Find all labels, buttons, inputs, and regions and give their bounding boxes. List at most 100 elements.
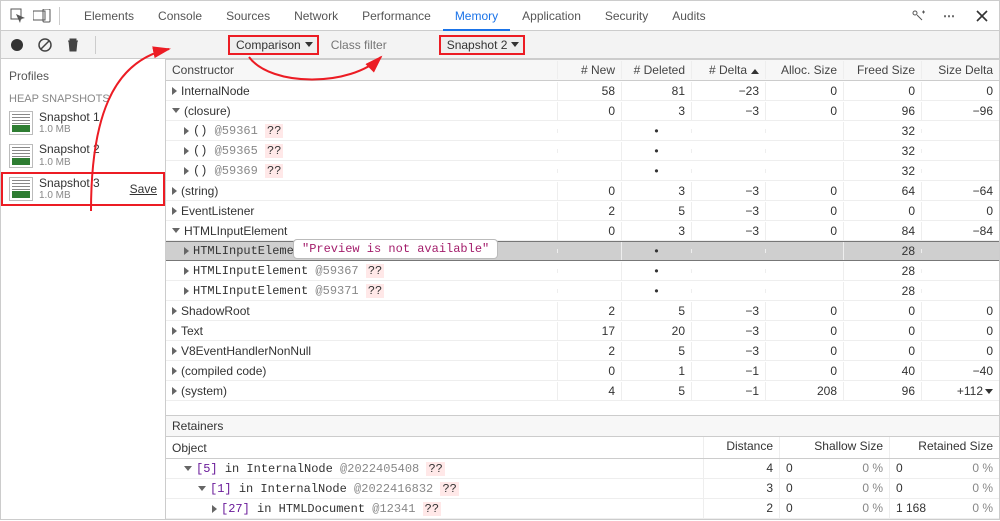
table-row[interactable]: (system) 4 5 −1 208 96 +112: [166, 381, 999, 401]
expand-icon[interactable]: [184, 147, 189, 155]
col-retained[interactable]: Retained Size: [889, 437, 999, 458]
table-row[interactable]: (string) 0 3 −3 0 64 −64: [166, 181, 999, 201]
snapshot-item-selected[interactable]: Snapshot 3 1.0 MB Save: [1, 172, 165, 206]
tab-audits[interactable]: Audits: [660, 1, 717, 31]
expand-icon[interactable]: [172, 87, 177, 95]
snapshot-name: Snapshot 1: [39, 110, 100, 124]
more-icon[interactable]: ⋯: [939, 5, 961, 27]
snapshot-icon: [9, 111, 33, 135]
snapshot-name: Snapshot 2: [39, 142, 100, 156]
profiles-sidebar: Profiles HEAP SNAPSHOTS Snapshot 1 1.0 M…: [1, 59, 166, 519]
view-select[interactable]: Comparison: [228, 35, 319, 55]
table-row[interactable]: HTMLInputElement @59371 ?? • 28: [166, 281, 999, 301]
snapshot-item[interactable]: Snapshot 2 1.0 MB: [1, 139, 165, 171]
col-freed[interactable]: Freed Size: [843, 61, 921, 79]
table-row[interactable]: Text 17 20 −3 0 0 0: [166, 321, 999, 341]
col-deleted[interactable]: # Deleted: [621, 61, 691, 79]
snapshot-size: 1.0 MB: [39, 124, 100, 136]
retainer-row[interactable]: [5] in InternalNode @2022405408 ?? 4 00 …: [166, 459, 999, 479]
snapshot-icon: [9, 177, 33, 201]
retainer-row[interactable]: [27] in HTMLDocument @12341 ?? 2 00 % 1 …: [166, 499, 999, 519]
expand-icon[interactable]: [172, 307, 177, 315]
expand-icon[interactable]: [172, 367, 177, 375]
tab-console[interactable]: Console: [146, 1, 214, 31]
sidebar-title: Profiles: [1, 65, 165, 87]
tab-elements[interactable]: Elements: [72, 1, 146, 31]
tab-security[interactable]: Security: [593, 1, 660, 31]
col-constructor[interactable]: Constructor: [166, 61, 557, 79]
snapshot-item[interactable]: Snapshot 1 1.0 MB: [1, 107, 165, 139]
table-row[interactable]: () @59361 ?? • 32: [166, 121, 999, 141]
expand-icon[interactable]: [184, 127, 189, 135]
table-row[interactable]: HTMLInputElement 0 3 −3 0 84 −84: [166, 221, 999, 241]
expand-icon[interactable]: [212, 505, 217, 513]
chevron-down-icon: [985, 389, 993, 394]
table-row[interactable]: HTMLInputElement @59367 ?? • 28: [166, 261, 999, 281]
grid-rows: InternalNode 58 81 −23 0 0 0 (closure) 0…: [166, 81, 999, 415]
table-row[interactable]: (closure) 0 3 −3 0 96 −96: [166, 101, 999, 121]
save-link[interactable]: Save: [130, 182, 157, 196]
collapse-icon[interactable]: [172, 108, 180, 113]
expand-icon[interactable]: [172, 347, 177, 355]
expand-icon[interactable]: [172, 207, 177, 215]
separator: [59, 7, 60, 25]
expand-icon[interactable]: [172, 327, 177, 335]
grid-header: Constructor # New # Deleted # Delta Allo…: [166, 59, 999, 81]
expand-icon[interactable]: [184, 287, 189, 295]
baseline-select[interactable]: Snapshot 2: [439, 35, 526, 55]
expand-icon[interactable]: [184, 247, 189, 255]
close-icon[interactable]: [971, 5, 993, 27]
panel-tabs: Elements Console Sources Network Perform…: [72, 1, 718, 31]
tab-performance[interactable]: Performance: [350, 1, 443, 31]
tab-application[interactable]: Application: [510, 1, 593, 31]
class-filter-input[interactable]: [331, 35, 431, 55]
delete-icon[interactable]: [63, 35, 83, 55]
snapshot-size: 1.0 MB: [39, 190, 100, 202]
tooltip: "Preview is not available": [293, 239, 498, 259]
expand-icon[interactable]: [184, 167, 189, 175]
devtools-tabbar: Elements Console Sources Network Perform…: [1, 1, 999, 31]
chevron-down-icon: [511, 42, 519, 47]
settings-icon[interactable]: [907, 5, 929, 27]
tab-network[interactable]: Network: [282, 1, 350, 31]
main-split: Profiles HEAP SNAPSHOTS Snapshot 1 1.0 M…: [1, 59, 999, 519]
clear-icon[interactable]: [35, 35, 55, 55]
col-alloc[interactable]: Alloc. Size: [765, 61, 843, 79]
sidebar-heading: HEAP SNAPSHOTS: [1, 87, 165, 107]
table-row[interactable]: V8EventHandlerNonNull 2 5 −3 0 0 0: [166, 341, 999, 361]
table-row[interactable]: InternalNode 58 81 −23 0 0 0: [166, 81, 999, 101]
view-select-label: Comparison: [236, 38, 301, 52]
collapse-icon[interactable]: [198, 486, 206, 491]
toggle-device-icon[interactable]: [31, 5, 53, 27]
retainer-row[interactable]: [1] in InternalNode @2022416832 ?? 3 00 …: [166, 479, 999, 499]
chevron-down-icon: [305, 42, 313, 47]
inspect-element-icon[interactable]: [7, 5, 29, 27]
table-row[interactable]: (compiled code) 0 1 −1 0 40 −40: [166, 361, 999, 381]
col-sizedelta[interactable]: Size Delta: [921, 61, 999, 79]
col-shallow[interactable]: Shallow Size: [779, 437, 889, 458]
retainers-header: Object Distance Shallow Size Retained Si…: [166, 437, 999, 459]
collapse-icon[interactable]: [184, 466, 192, 471]
snapshot-icon: [9, 144, 33, 168]
col-new[interactable]: # New: [557, 61, 621, 79]
col-delta[interactable]: # Delta: [691, 61, 765, 79]
record-button[interactable]: [7, 35, 27, 55]
retainers-title: Retainers: [166, 415, 999, 437]
col-object[interactable]: Object: [166, 437, 703, 458]
memory-toolbar: Comparison Snapshot 2: [1, 31, 999, 59]
col-distance[interactable]: Distance: [703, 437, 779, 458]
table-row[interactable]: EventListener 2 5 −3 0 0 0: [166, 201, 999, 221]
table-row[interactable]: () @59369 ?? • 32: [166, 161, 999, 181]
table-row[interactable]: ShadowRoot 2 5 −3 0 0 0: [166, 301, 999, 321]
tab-memory[interactable]: Memory: [443, 1, 510, 31]
table-row[interactable]: () @59365 ?? • 32: [166, 141, 999, 161]
table-row-selected[interactable]: HTMLInputElement @59363 ?? • 28: [166, 241, 999, 261]
collapse-icon[interactable]: [172, 228, 180, 233]
snapshot-size: 1.0 MB: [39, 157, 100, 169]
expand-icon[interactable]: [172, 187, 177, 195]
snapshot-name: Snapshot 3: [39, 176, 100, 190]
expand-icon[interactable]: [184, 267, 189, 275]
tab-sources[interactable]: Sources: [214, 1, 282, 31]
expand-icon[interactable]: [172, 387, 177, 395]
separator: [95, 36, 96, 54]
